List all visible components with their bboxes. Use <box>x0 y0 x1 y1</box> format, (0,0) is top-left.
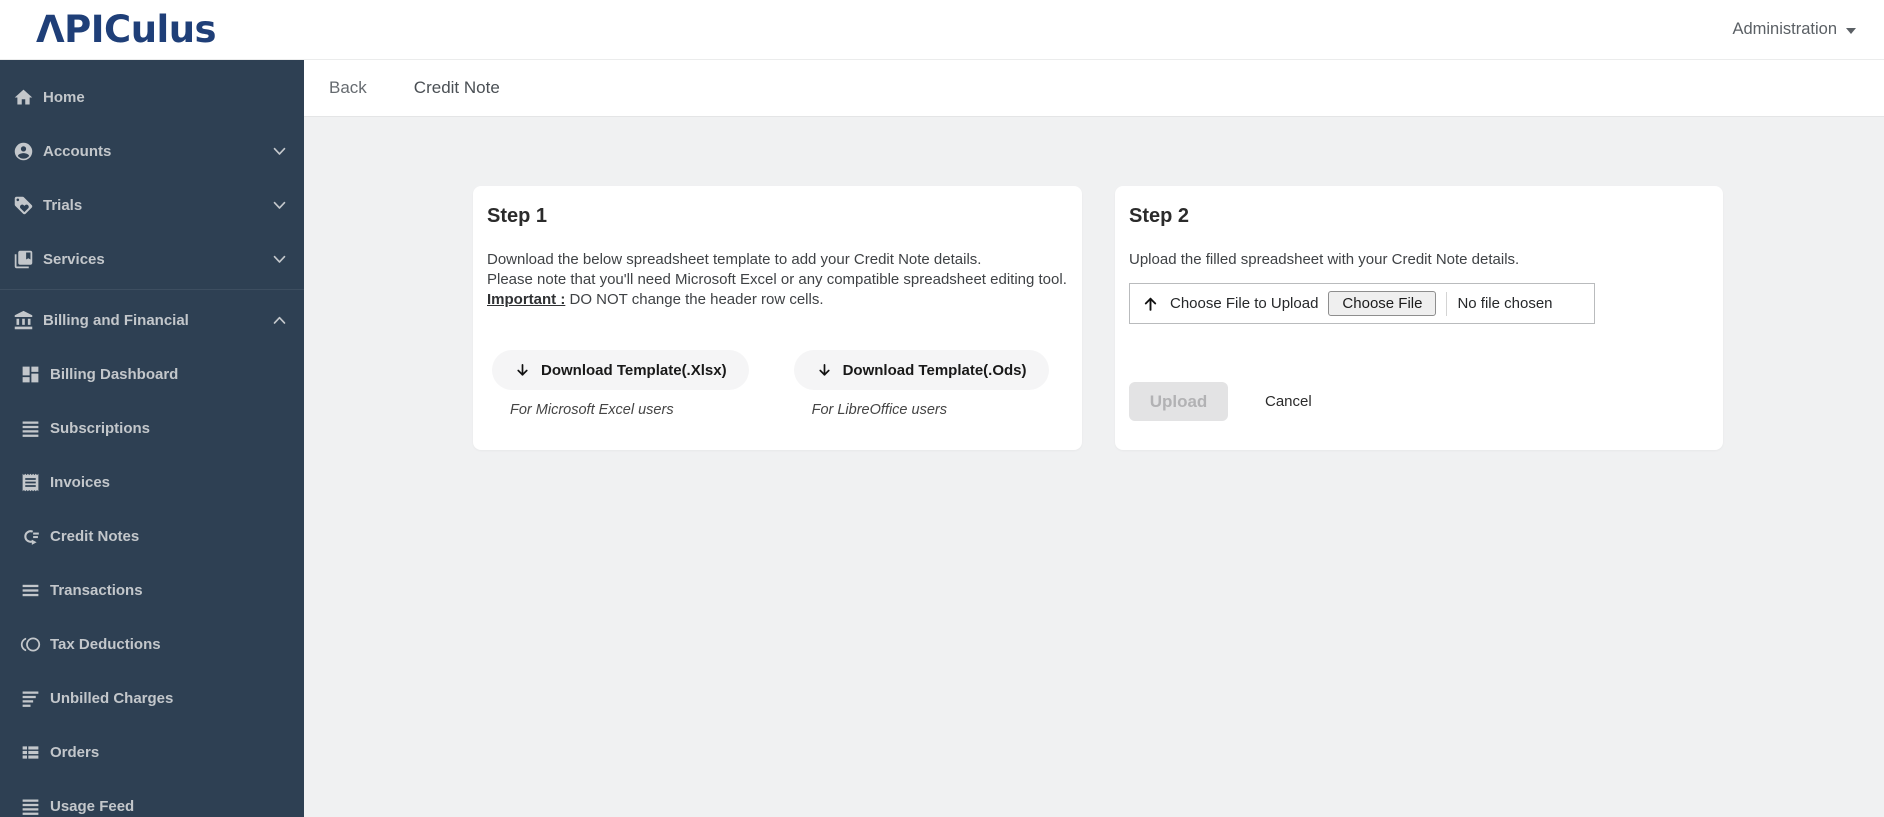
file-status-text: No file chosen <box>1457 295 1553 312</box>
cancel-button[interactable]: Cancel <box>1259 392 1318 411</box>
upload-label: Choose File to Upload <box>1170 295 1319 312</box>
file-separator <box>1446 291 1448 316</box>
bank-icon <box>13 310 34 331</box>
step1-title: Step 1 <box>487 205 548 227</box>
download-template-xlsx-label: Download Template(.Xlsx) <box>541 361 727 379</box>
step1-instructions: Download the below spreadsheet template … <box>487 250 1068 310</box>
sidebar-item-label: Unbilled Charges <box>50 689 174 707</box>
dashboard-icon <box>20 364 41 385</box>
trials-tag-icon <box>13 195 34 216</box>
ods-caption: For LibreOffice users <box>811 402 947 418</box>
step1-important-line: Important : DO NOT change the header row… <box>487 290 1068 310</box>
upload-button[interactable]: Upload <box>1129 382 1228 421</box>
sidebar-item-orders[interactable]: Orders <box>0 725 304 779</box>
services-icon <box>13 249 34 270</box>
sidebar-item-label: Trials <box>43 196 83 214</box>
upload-arrow-icon <box>1144 297 1157 311</box>
transactions-icon <box>20 580 41 601</box>
accounts-icon <box>13 141 34 162</box>
back-link[interactable]: Back <box>329 78 367 98</box>
step2-line1: Upload the filled spreadsheet with your … <box>1129 251 1520 268</box>
sidebar-item-tax-deductions[interactable]: Tax Deductions <box>0 617 304 671</box>
sidebar-item-subscriptions[interactable]: Subscriptions <box>0 401 304 455</box>
step2-actions: Upload Cancel <box>1129 382 1709 421</box>
administration-menu[interactable]: Administration <box>1732 20 1862 39</box>
sidebar-item-label: Transactions <box>50 581 143 599</box>
credit-note-icon <box>20 526 41 547</box>
sidebar-item-unbilled-charges[interactable]: Unbilled Charges <box>0 671 304 725</box>
sidebar-item-label: Services <box>43 250 105 268</box>
step2-instructions: Upload the filled spreadsheet with your … <box>1129 250 1709 270</box>
ods-download-group: Download Template(.Ods) For LibreOffice … <box>793 350 1049 418</box>
step1-line2: Please note that you'll need Microsoft E… <box>487 271 1067 288</box>
main-area: Back Credit Note Step 1 Download the bel… <box>304 60 1884 817</box>
choose-file-button[interactable]: Choose File <box>1328 291 1437 316</box>
sidebar-item-usage-feed[interactable]: Usage Feed <box>0 779 304 817</box>
sidebar-item-services[interactable]: Services <box>0 232 304 286</box>
chevron-down-icon <box>271 143 288 160</box>
file-upload-box[interactable]: Choose File to Upload Choose File No fil… <box>1129 283 1595 324</box>
sidebar-item-label: Accounts <box>43 142 112 160</box>
step1-line1: Download the below spreadsheet template … <box>487 251 982 268</box>
sidebar-item-label: Home <box>43 88 85 106</box>
caret-down-icon <box>1846 27 1856 34</box>
important-text: DO NOT change the header row cells. <box>565 291 824 308</box>
receipt-icon <box>20 472 41 493</box>
sidebar-item-credit-notes[interactable]: Credit Notes <box>0 509 304 563</box>
top-bar: ΛPICulus Administration <box>0 0 1884 60</box>
step2-title: Step 2 <box>1129 205 1190 227</box>
download-arrow-icon <box>818 363 830 376</box>
orders-table-icon <box>20 742 41 763</box>
tax-deductions-icon <box>20 634 41 655</box>
sidebar-item-home[interactable]: Home <box>0 70 304 124</box>
sidebar-item-label: Tax Deductions <box>50 635 161 653</box>
xlsx-caption: For Microsoft Excel users <box>510 402 674 418</box>
page-header: Back Credit Note <box>304 60 1884 117</box>
chevron-up-icon <box>271 312 288 329</box>
step2-card: Step 2 Upload the filled spreadsheet wit… <box>1115 186 1723 450</box>
sidebar-item-label: Orders <box>50 743 100 761</box>
sidebar-item-label: Credit Notes <box>50 527 140 545</box>
sidebar-item-label: Billing and Financial <box>43 311 189 329</box>
sidebar-item-billing-dashboard[interactable]: Billing Dashboard <box>0 347 304 401</box>
xlsx-download-group: Download Template(.Xlsx) For Microsoft E… <box>492 350 749 418</box>
step1-card: Step 1 Download the below spreadsheet te… <box>473 186 1082 450</box>
sidebar-item-label: Usage Feed <box>50 797 135 815</box>
sidebar-nav: Home Accounts Trials Services Billing and Fi… <box>0 60 304 817</box>
page-title: Credit Note <box>413 78 500 97</box>
important-label: Important : <box>487 291 566 308</box>
home-icon <box>13 87 34 108</box>
download-template-ods-button[interactable]: Download Template(.Ods) <box>793 350 1049 390</box>
chevron-down-icon <box>271 251 288 268</box>
sidebar-item-transactions[interactable]: Transactions <box>0 563 304 617</box>
download-arrow-icon <box>517 363 528 376</box>
sidebar-item-billing-financial[interactable]: Billing and Financial <box>0 293 304 347</box>
sidebar-item-accounts[interactable]: Accounts <box>0 124 304 178</box>
administration-menu-label: Administration <box>1732 20 1837 38</box>
sidebar-item-label: Invoices <box>50 473 111 491</box>
sidebar-item-label: Subscriptions <box>50 419 151 437</box>
content-area: Step 1 Download the below spreadsheet te… <box>304 117 1884 450</box>
download-template-xlsx-button[interactable]: Download Template(.Xlsx) <box>492 350 749 390</box>
unbilled-charges-icon <box>20 688 41 709</box>
sidebar-divider <box>0 289 304 290</box>
sidebar-item-label: Billing Dashboard <box>50 365 179 383</box>
apiculus-logo: ΛPICulus <box>36 8 217 51</box>
sidebar-item-invoices[interactable]: Invoices <box>0 455 304 509</box>
subscriptions-icon <box>20 418 41 439</box>
chevron-down-icon <box>271 197 288 214</box>
download-template-ods-label: Download Template(.Ods) <box>842 361 1027 379</box>
sidebar-item-trials[interactable]: Trials <box>0 178 304 232</box>
download-buttons-row: Download Template(.Xlsx) For Microsoft E… <box>487 350 1068 418</box>
usage-feed-icon <box>20 796 41 817</box>
